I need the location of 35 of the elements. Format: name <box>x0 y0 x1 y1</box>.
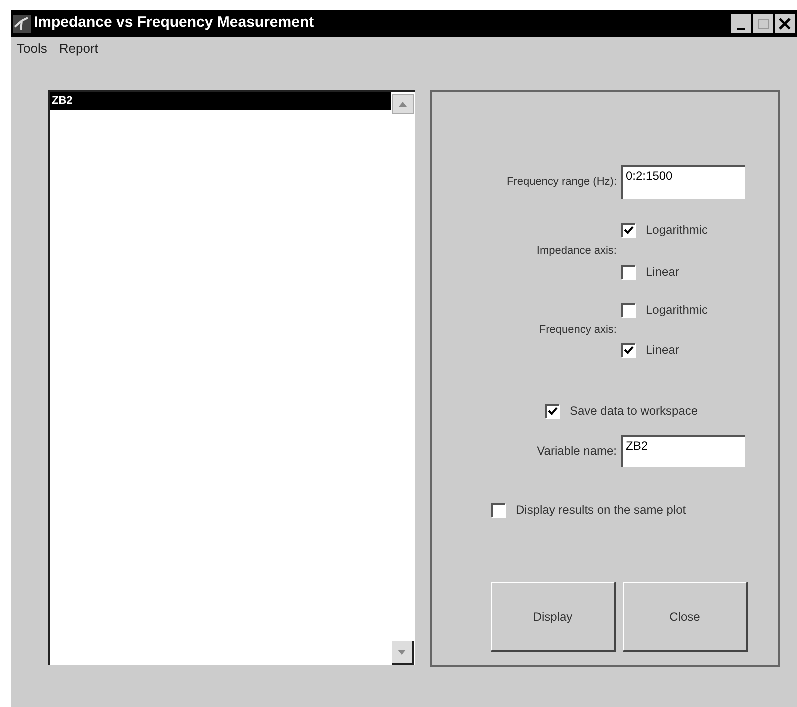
list-item[interactable]: ZB2 <box>50 92 391 110</box>
checkbox-label: Logarithmic <box>646 302 708 319</box>
checkmark-icon <box>624 226 634 235</box>
scroll-down-button[interactable] <box>392 641 414 665</box>
checkbox-label: Save data to workspace <box>570 403 698 420</box>
scroll-up-button[interactable] <box>392 94 414 114</box>
checkbox[interactable] <box>491 502 506 518</box>
action-button[interactable]: Display <box>491 582 616 652</box>
checkbox-label: Linear <box>646 342 680 359</box>
checkbox-label: Display results on the same plot <box>516 502 686 519</box>
action-button[interactable]: Close <box>623 582 748 652</box>
list-box[interactable]: ZB2 <box>48 90 415 665</box>
axis-label: Impedance axis: <box>536 244 617 259</box>
up-arrow-icon <box>399 102 407 106</box>
checkbox-label: Linear <box>646 264 680 281</box>
menu-item[interactable]: Report <box>59 39 98 59</box>
checkbox-label: Logarithmic <box>646 222 708 239</box>
menu-item[interactable]: Tools <box>17 39 48 59</box>
checkbox[interactable] <box>621 222 636 238</box>
minimize-button[interactable] <box>731 14 751 33</box>
app-icon <box>13 14 31 32</box>
checkbox[interactable] <box>621 302 636 318</box>
close-button[interactable] <box>775 14 795 33</box>
frequency-range-label: Frequency range (Hz): <box>506 174 617 190</box>
checkmark-icon <box>548 407 558 416</box>
checkmark-icon <box>624 346 634 355</box>
frequency-range-field[interactable]: 0:2:1500 <box>621 165 745 199</box>
variable-name-label: Variable name: <box>536 443 617 460</box>
checkbox[interactable] <box>621 264 636 280</box>
down-arrow-icon <box>398 650 406 654</box>
window-title: Impedance vs Frequency Measurement <box>34 13 314 34</box>
variable-name-field[interactable]: ZB2 <box>621 435 745 467</box>
checkbox[interactable] <box>621 342 636 358</box>
checkbox[interactable] <box>545 404 560 418</box>
axis-label: Frequency axis: <box>538 322 617 338</box>
